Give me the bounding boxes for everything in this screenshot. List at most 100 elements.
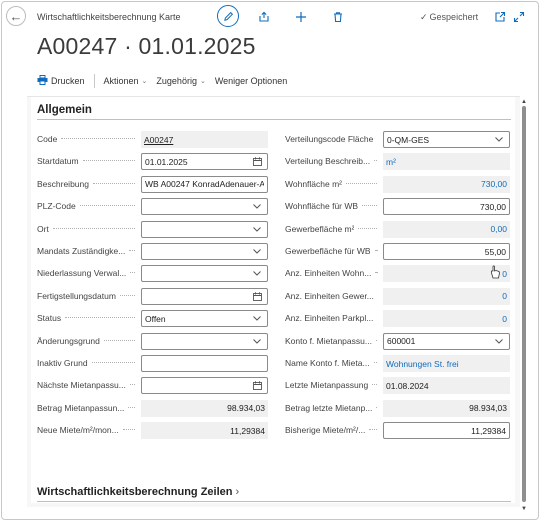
section-divider [37,119,511,120]
field-row: Neue Miete/m²/mon... 11,29384 [37,422,268,440]
calendar-icon[interactable] [250,381,264,391]
leader-dots [119,294,135,296]
section-title-general[interactable]: Allgemein [37,104,92,116]
chevron-down-icon[interactable] [250,316,264,321]
readonly-field-value: 730,00 [383,175,510,193]
dropdown-field[interactable] [141,198,268,216]
leader-dots [362,205,377,207]
chevron-right-icon: › [235,486,240,498]
back-arrow-icon[interactable]: ← [6,6,26,26]
field-row: Inaktiv Grund [37,355,268,372]
chevron-down-icon[interactable] [250,271,264,277]
date-field[interactable] [141,377,268,395]
calendar-icon[interactable] [250,157,264,167]
expand-icon[interactable] [511,9,527,25]
open-in-new-window-icon[interactable] [492,9,508,25]
leader-dots [79,205,135,207]
trash-icon[interactable] [330,9,346,25]
field-row: Wohnfläche m² 730,00 [285,175,510,193]
scrollbar-thumb[interactable] [522,106,526,502]
leader-dots [92,182,135,184]
leader-dots [61,138,135,139]
leader-dots [103,339,135,341]
chevron-down-icon[interactable] [250,249,264,254]
field-row: Gewerbefläche für WB 55,00 [285,243,510,260]
dropdown-field[interactable]: Offen [141,310,268,328]
field-label: Status [37,313,62,324]
page-kind-label: Wirtschaftlichkeitsberechnung Karte [37,12,181,22]
calendar-icon[interactable] [250,292,264,301]
dropdown-field[interactable] [141,332,268,350]
dropdown-field[interactable] [141,243,268,260]
field-row: Verteilungscode Fläche 0-QM-GES [285,131,510,148]
field-label: Beschreibung [37,178,89,189]
print-label: Drucken [51,76,85,86]
field-value-text: 0 [502,313,507,324]
scroll-up-arrow-icon[interactable]: ▲ [521,99,527,105]
page-title: A00247 · 01.01.2025 [37,33,256,59]
section-title-lines[interactable]: Wirtschaftlichkeitsberechnung Zeilen › [37,486,239,498]
dropdown-field[interactable] [141,265,268,283]
general-fasttab: Allgemein Code A00247 Startdatum 01.01.2025… [31,97,515,503]
chevron-down-icon[interactable] [250,338,264,344]
chevron-down-icon: ⌄ [199,78,206,85]
field-row: Konto f. Mietanpassu... 600001 [285,332,510,350]
field-value-text: 730,00 [481,179,507,190]
chevron-down-icon[interactable] [492,137,506,142]
field-value-text: 01.01.2025 [145,156,188,167]
print-button[interactable]: Drucken [37,74,85,88]
field-label: Mandats Zuständigke... [37,246,126,256]
field-row: Mandats Zuständigke... [37,243,268,260]
dropdown-field[interactable] [141,220,268,238]
related-menu-button[interactable]: Zugehörig ⌄ [156,76,205,86]
field-row: Letzte Mietanpassung 01.08.2024 [285,377,510,395]
chevron-down-icon[interactable] [250,204,264,209]
field-label: PLZ-Code [37,201,76,212]
field-value-text: 01.08.2024 [386,380,429,391]
input-field[interactable]: 730,00 [383,198,510,216]
scroll-down-arrow-icon[interactable]: ▼ [521,506,527,512]
chevron-down-icon[interactable] [250,226,264,232]
leader-dots [65,317,135,319]
field-row: Betrag letzte Mietanp... 98.934,03 [285,399,510,417]
field-label: Betrag letzte Mietanp... [285,402,373,413]
leader-dots [128,406,135,408]
field-value-text: WB A00247 KonradAdenauer-Alle [145,179,264,190]
chevron-down-icon[interactable] [492,338,506,344]
field-label: Niederlassung Verwal... [37,268,127,279]
input-field[interactable]: 11,29384 [383,422,510,440]
input-field[interactable]: 55,00 [383,243,510,260]
date-field[interactable]: 01.01.2025 [141,153,268,171]
fewer-options-button[interactable]: Weniger Optionen [215,76,287,86]
actions-menu-button[interactable]: Aktionen ⌄ [104,76,148,86]
date-field[interactable] [141,287,268,305]
input-field[interactable]: WB A00247 KonradAdenauer-Alle [141,175,268,193]
section-lines-label: Wirtschaftlichkeitsberechnung Zeilen [37,486,233,498]
leader-dots [52,227,135,229]
field-value-text: 11,29384 [230,425,265,436]
field-label: Bisherige Miete/m²/... [285,425,366,436]
plus-icon[interactable] [293,9,309,25]
field-row: Ort [37,220,268,238]
leader-dots [82,160,135,162]
pencil-icon[interactable] [217,5,239,27]
leader-dots [373,362,377,363]
field-label: Wohnfläche m² [285,178,343,189]
field-label: Gewerbefläche m² [285,223,355,234]
field-row: Code A00247 [37,131,268,148]
readonly-field-value: 0 [383,310,510,328]
field-label: Gewerbefläche für WB [285,246,371,256]
field-value-text: 55,00 [484,246,506,257]
field-value-text: 98.934,03 [227,403,265,414]
field-value-text: Offen [145,313,166,324]
dropdown-field[interactable]: 600001 [383,332,510,350]
field-label: Name Konto f. Mieta... [285,358,370,368]
leader-dots [375,339,377,341]
field-value-text: 730,00 [480,201,506,212]
input-field[interactable] [141,355,268,372]
share-icon[interactable] [256,9,272,25]
leader-dots [129,250,135,251]
field-label: Anz. Einheiten Gewer... [285,290,374,301]
readonly-field-value: 01.08.2024 [383,377,510,395]
dropdown-field[interactable]: 0-QM-GES [383,131,510,148]
